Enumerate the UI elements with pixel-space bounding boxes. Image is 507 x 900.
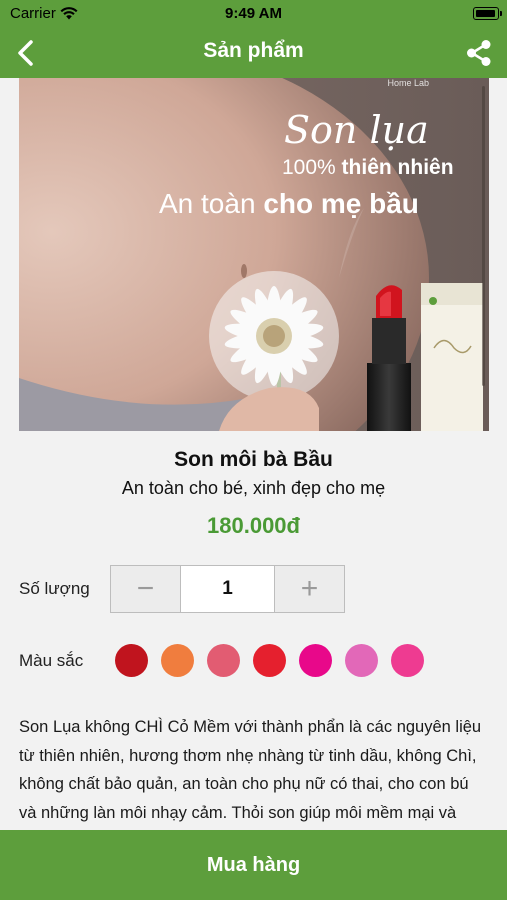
nav-bar: Sản phẩm [0, 30, 507, 78]
quantity-stepper: − 1 + [110, 565, 345, 613]
color-swatch[interactable] [161, 644, 194, 677]
product-name: Son môi bà Bầu [174, 448, 333, 471]
product-description: Son Lụa không CHÌ Cỏ Mềm với thành phẩn … [19, 718, 482, 822]
product-detail-scroll[interactable]: Home Lab Son lụa 100% thiên nhiên An toà… [0, 78, 507, 830]
product-subtitle: An toàn cho bé, xinh đẹp cho mẹ [121, 478, 386, 498]
color-swatch[interactable] [391, 644, 424, 677]
product-price: 180.000đ [207, 513, 300, 538]
status-time: 9:49 AM [225, 5, 282, 22]
page-title: Sản phẩm [203, 39, 304, 62]
increase-button[interactable]: + [274, 566, 344, 612]
buy-button[interactable]: Mua hàng [0, 830, 507, 900]
color-swatch[interactable] [299, 644, 332, 677]
share-icon[interactable] [465, 39, 493, 67]
color-swatch[interactable] [345, 644, 378, 677]
battery-icon [473, 7, 502, 20]
hero-line-2: An toàn cho mẹ bầu [159, 188, 419, 219]
image-scroll-indicator [482, 86, 485, 386]
color-swatch[interactable] [207, 644, 240, 677]
color-swatches [115, 644, 424, 677]
color-label: Màu sắc [19, 651, 84, 670]
hero-script-title: Son lụa [284, 108, 429, 152]
product-image: Home Lab Son lụa 100% thiên nhiên An toà… [19, 78, 489, 431]
quantity-value[interactable]: 1 [181, 566, 274, 612]
decrease-button[interactable]: − [111, 566, 181, 612]
color-swatch[interactable] [253, 644, 286, 677]
color-swatch[interactable] [115, 644, 148, 677]
status-bar: Carrier 9:49 AM [0, 0, 507, 30]
hero-line-1: 100% thiên nhiên [282, 156, 454, 179]
quantity-label: Số lượng [19, 579, 90, 598]
hero-brand: Home Lab [387, 78, 429, 88]
